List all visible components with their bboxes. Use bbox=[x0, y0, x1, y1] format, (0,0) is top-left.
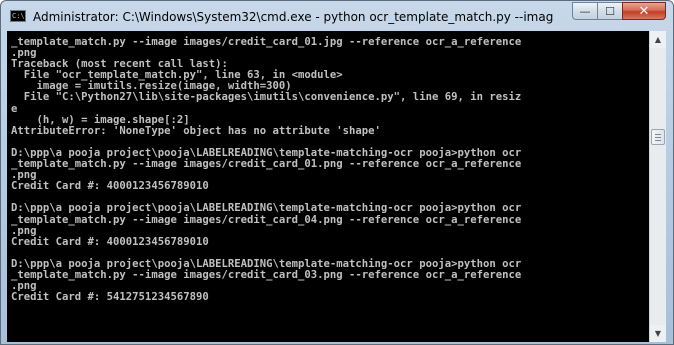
console-line: Credit Card #: 4000123456789010 bbox=[11, 235, 209, 248]
minimize-icon: — bbox=[579, 4, 591, 18]
console-line: _template_match.py --image images/credit… bbox=[11, 36, 522, 48]
minimize-button[interactable]: — bbox=[572, 2, 598, 20]
scroll-up-icon: ▲ bbox=[654, 35, 662, 44]
close-button[interactable]: ✕ bbox=[622, 2, 666, 20]
cmd-app-icon[interactable]: C:\ bbox=[10, 10, 26, 22]
window-title: Administrator: C:\Windows\System32\cmd.e… bbox=[33, 10, 553, 24]
maximize-button[interactable]: ☐ bbox=[597, 2, 623, 20]
console-lines: _template_match.py --image images/credit… bbox=[11, 36, 647, 304]
console-line: AttributeError: 'NoneType' object has no… bbox=[11, 124, 381, 137]
title-bar[interactable]: C:\ Administrator: C:\Windows\System32\c… bbox=[1, 1, 673, 31]
thumb-grip-line bbox=[655, 137, 661, 138]
maximize-icon: ☐ bbox=[605, 4, 615, 18]
console-line: e bbox=[11, 102, 18, 115]
console-line: Credit Card #: 4000123456789010 bbox=[11, 180, 209, 193]
console-line: Credit Card #: 5412751234567890 bbox=[11, 291, 209, 304]
console-line: D:\ppp\a pooja project\pooja\LABELREADIN… bbox=[11, 202, 522, 215]
console-line: _template_match.py --image images/credit… bbox=[11, 213, 522, 226]
scroll-down-button[interactable]: ▼ bbox=[650, 325, 666, 342]
console-line: _template_match.py --image images/credit… bbox=[11, 268, 522, 281]
close-icon: ✕ bbox=[638, 3, 650, 19]
scroll-down-icon: ▼ bbox=[654, 329, 662, 338]
caption-buttons: — ☐ ✕ bbox=[572, 2, 666, 22]
scroll-thumb[interactable] bbox=[651, 129, 665, 145]
scroll-up-button[interactable]: ▲ bbox=[650, 31, 666, 48]
vertical-scrollbar[interactable]: ▲ ▼ bbox=[649, 31, 666, 342]
thumb-grip-line bbox=[655, 140, 661, 141]
thumb-grip-line bbox=[655, 134, 661, 135]
console-output[interactable]: _template_match.py --image images/credit… bbox=[7, 31, 649, 342]
cmd-window: C:\ Administrator: C:\Windows\System32\c… bbox=[0, 0, 674, 345]
console-line: _template_match.py --image images/credit… bbox=[11, 158, 522, 171]
console-line: File "C:\Python27\lib\site-packages\imut… bbox=[11, 91, 522, 104]
